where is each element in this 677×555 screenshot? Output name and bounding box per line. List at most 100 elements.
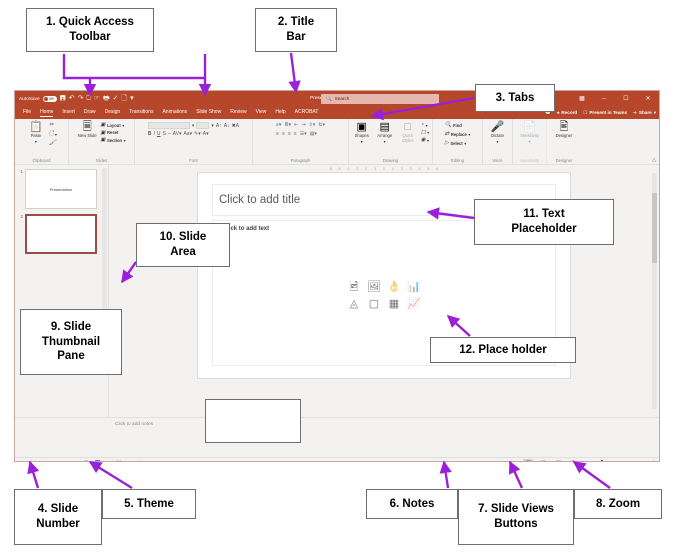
undo-icon[interactable]: ↶ (69, 95, 75, 102)
zoom-level-label[interactable]: 56% (638, 461, 647, 462)
slide-sorter-icon[interactable]: ▤ (538, 459, 548, 461)
tab-draw[interactable]: Draw (84, 109, 96, 116)
thumbnail-item-1[interactable]: 1 Presentation (18, 169, 108, 209)
new-slide-icon[interactable]: 🗋 (121, 95, 127, 102)
notes-button[interactable]: ▲ Notes (501, 461, 518, 462)
arrange-dropdown-icon[interactable]: ▾ (384, 139, 386, 145)
align-center-icon[interactable]: ≡ (282, 131, 285, 137)
spelling-icon[interactable]: ✓ (113, 95, 119, 102)
video-icon[interactable]: ▢ (367, 298, 382, 311)
table-icon[interactable]: ▦ (387, 298, 402, 311)
replace-button[interactable]: ⇄ Replace ▾ (445, 131, 471, 137)
strikethrough-icon[interactable]: – (168, 131, 171, 137)
font-size-dropdown-icon[interactable]: ▾ (211, 123, 214, 129)
justify-icon[interactable]: ≡ (294, 131, 297, 137)
present-in-teams-button[interactable]: ☐ Present in Teams (583, 110, 627, 116)
close-button[interactable]: ✕ (637, 91, 659, 106)
font-name-dropdown-icon[interactable]: ▾ (192, 123, 195, 129)
arrange-button[interactable]: ▤ Arrange ▾ (375, 122, 395, 144)
tab-transitions[interactable]: Transitions (129, 109, 153, 116)
change-case-icon[interactable]: Aa▾ (183, 131, 192, 137)
shape-outline-button[interactable]: ☐ ▾ (421, 130, 430, 136)
smartart-icon[interactable]: 📊 (407, 281, 422, 294)
shrink-font-icon[interactable]: A↓ (224, 123, 230, 129)
share-button[interactable]: ➔ Share ▾ (633, 110, 656, 116)
theme-status[interactable]: "Office Theme" (48, 461, 77, 462)
paste-button[interactable]: 📋 Paste ▾ (26, 122, 46, 144)
print-icon[interactable]: 🖶 (103, 95, 110, 102)
quick-access-toolbar[interactable]: AutoSave Off 🖪 ↶ ↷ ⎕ ☞ 🖶 ✓ 🗋 ▾ (15, 95, 134, 102)
autosave-toggle[interactable]: Off (42, 95, 57, 102)
cut-button[interactable]: ✂ (49, 122, 57, 128)
align-left-icon[interactable]: ≡ (276, 131, 279, 137)
tab-review[interactable]: Review (230, 109, 246, 116)
start-from-beginning-icon[interactable]: ⎕ (86, 95, 90, 102)
redo-icon[interactable]: ↷ (78, 95, 84, 102)
dictate-dropdown-icon[interactable]: ▾ (496, 139, 498, 145)
designer-button[interactable]: 🖹 Designer (554, 122, 574, 139)
thumbnail-2[interactable] (25, 214, 97, 254)
shapes-button[interactable]: ▣ Shapes ▾ (352, 122, 372, 144)
zoom-in-icon[interactable]: + (630, 461, 633, 462)
shape-effects-button[interactable]: ◉ ▾ (421, 137, 430, 143)
customize-qat-icon[interactable]: ▾ (130, 95, 134, 102)
notes-pane[interactable]: Click to add notes (15, 417, 659, 457)
font-size-input[interactable] (196, 122, 210, 129)
slide-thumbnail-pane[interactable]: 1 Presentation 2 (15, 165, 109, 417)
new-slide-button[interactable]: 🗏 New Slide (77, 122, 97, 139)
dictate-button[interactable]: 🎤 Dictate ▾ (488, 122, 508, 144)
find-button[interactable]: 🔍 Find (445, 122, 471, 128)
language-icon[interactable]: ☐ (84, 460, 88, 461)
copy-button[interactable]: 🗋 ▾ (49, 130, 57, 139)
paste-dropdown-icon[interactable]: ▾ (35, 139, 37, 145)
restore-button[interactable]: ☐ (615, 91, 637, 106)
format-painter-button[interactable]: 🖌 (49, 140, 57, 146)
quick-styles-button[interactable]: □ Quick Styles (398, 122, 418, 143)
save-icon[interactable]: 🖪 (60, 95, 66, 102)
layout-button[interactable]: ▣ Layout ▾ (100, 122, 125, 128)
reading-view-icon[interactable]: ▣ (553, 459, 563, 461)
3d-models-icon[interactable]: ◬ (347, 298, 362, 311)
pictures-icon[interactable]: 🖼 (367, 281, 382, 294)
shape-fill-button[interactable]: ◔ ▾ (421, 122, 430, 128)
thumbnail-1[interactable]: Presentation (25, 169, 97, 209)
tab-design[interactable]: Design (105, 109, 121, 116)
sensitivity-button[interactable]: 📄 Sensitivity ▾ (520, 122, 540, 144)
normal-view-icon[interactable]: ▦ (523, 459, 534, 461)
bold-icon[interactable]: B (148, 131, 152, 137)
numbering-icon[interactable]: ≣▾ (284, 122, 291, 128)
slide-number-status[interactable]: Slide 2 of 2 (19, 461, 41, 462)
select-button[interactable]: ▷ Select ▾ (445, 140, 471, 146)
ribbon-display-options-icon[interactable]: ▦ (571, 91, 593, 106)
tab-insert[interactable]: Insert (62, 109, 75, 116)
character-spacing-icon[interactable]: AV▾ (173, 131, 182, 137)
tab-help[interactable]: Help (275, 109, 285, 116)
tab-home[interactable]: Home (40, 109, 54, 117)
slide-show-icon[interactable]: ⎆ (568, 459, 578, 462)
tab-view[interactable]: View (256, 109, 267, 116)
bullets-icon[interactable]: ≡▾ (276, 122, 281, 128)
minimize-button[interactable]: – (593, 91, 615, 106)
tab-slide-show[interactable]: Slide Show (196, 109, 221, 116)
font-highlight-icon[interactable]: ✎▾ (194, 131, 201, 137)
section-button[interactable]: ▣ Section ▾ (100, 137, 125, 143)
zoom-slider[interactable]: − + (583, 459, 633, 462)
touch-mode-icon[interactable]: ☞ (94, 95, 100, 102)
slide-area-scrollbar[interactable] (652, 173, 657, 409)
record-button[interactable]: ⏺ Record (557, 110, 577, 115)
reset-button[interactable]: ▣ Reset (100, 130, 125, 136)
text-direction-icon[interactable]: ⇅▾ (318, 122, 325, 128)
sensitivity-dropdown-icon[interactable]: ▾ (528, 139, 530, 145)
italic-icon[interactable]: I (154, 131, 155, 137)
convert-to-smartart-icon[interactable]: ▤▾ (310, 131, 317, 137)
zoom-thumb[interactable] (600, 459, 603, 461)
decrease-indent-icon[interactable]: ⇤ (294, 122, 298, 128)
stock-images-icon[interactable]: 🖻 (347, 281, 362, 294)
columns-icon[interactable]: ☰▾ (300, 131, 307, 137)
line-spacing-icon[interactable]: ⇳▾ (309, 122, 316, 128)
increase-indent-icon[interactable]: ⇥ (301, 122, 305, 128)
tab-acrobat[interactable]: ACROBAT (295, 109, 319, 116)
collapse-ribbon-icon[interactable]: △ (652, 157, 656, 163)
fit-slide-to-window-icon[interactable]: ✥ (651, 460, 655, 461)
zoom-out-icon[interactable]: − (583, 461, 586, 462)
